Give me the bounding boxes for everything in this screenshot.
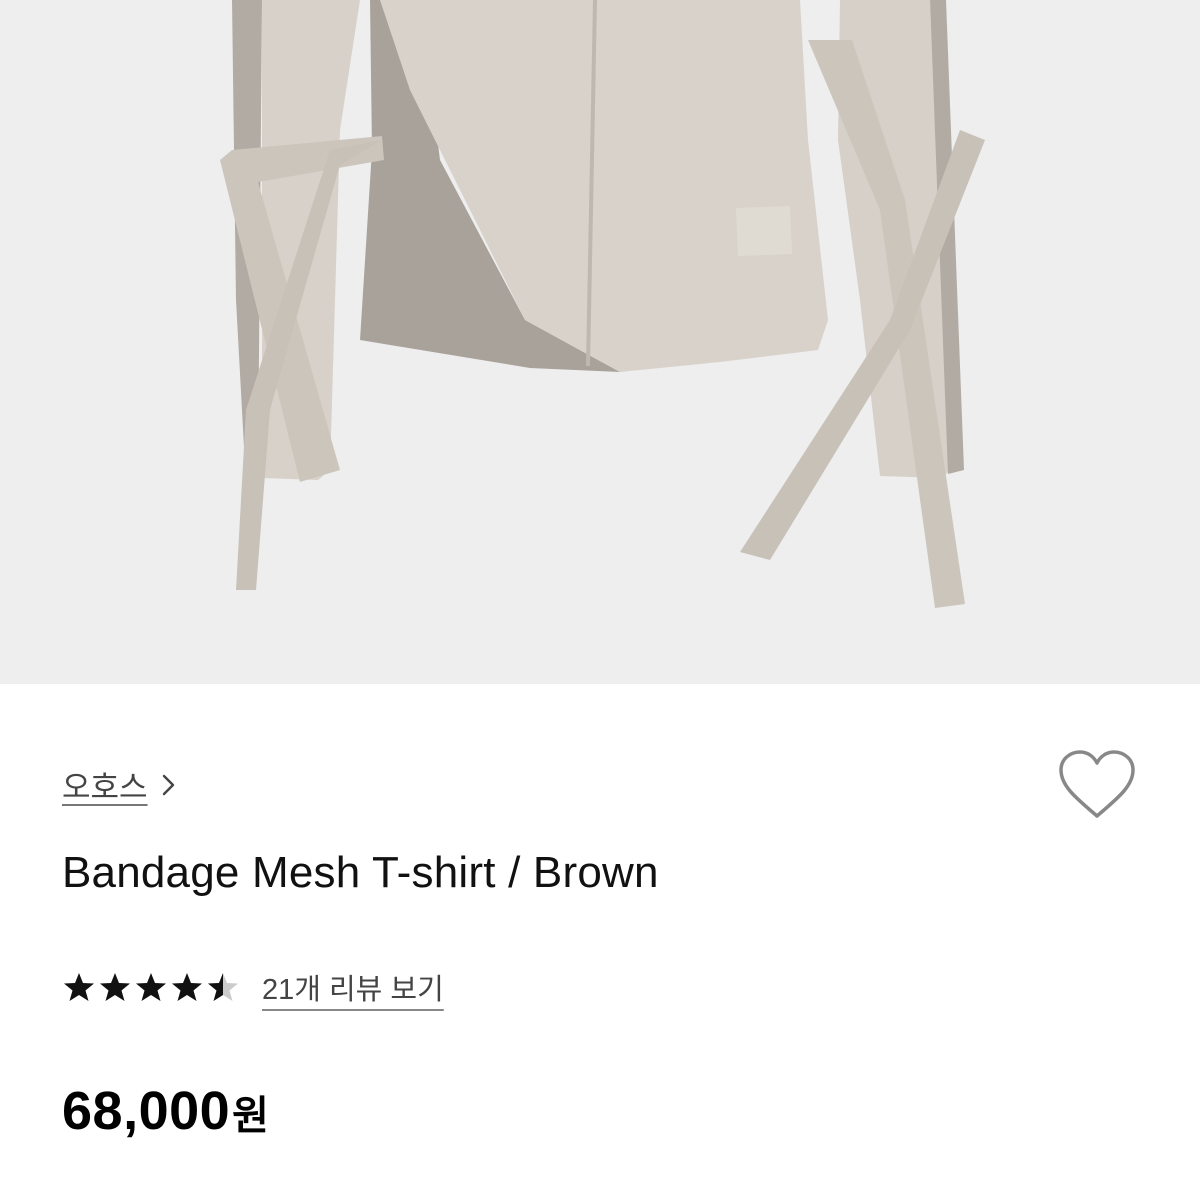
product-photo	[0, 0, 1200, 684]
product-image[interactable]	[0, 0, 1200, 684]
star-icon	[64, 973, 94, 1001]
rating-stars	[62, 970, 240, 1004]
star-icon	[136, 973, 166, 1001]
price-value: 68,000	[62, 1081, 231, 1141]
wishlist-button[interactable]	[1056, 748, 1138, 822]
rating-row: 21개 리뷰 보기	[62, 966, 444, 1008]
brand-link[interactable]: 오호스	[62, 762, 176, 807]
brand-name: 오호스	[62, 770, 148, 805]
price-unit: 원	[232, 1094, 269, 1138]
chevron-right-icon	[162, 774, 174, 795]
half-star-icon	[208, 973, 238, 1001]
star-icon	[172, 973, 202, 1001]
product-title: Bandage Mesh T-shirt / Brown	[62, 848, 659, 897]
heart-outline-icon	[1059, 750, 1135, 818]
star-icon	[100, 973, 130, 1001]
review-link[interactable]: 21개 리뷰 보기	[262, 966, 444, 1008]
price: 68,000 원	[62, 1080, 269, 1142]
